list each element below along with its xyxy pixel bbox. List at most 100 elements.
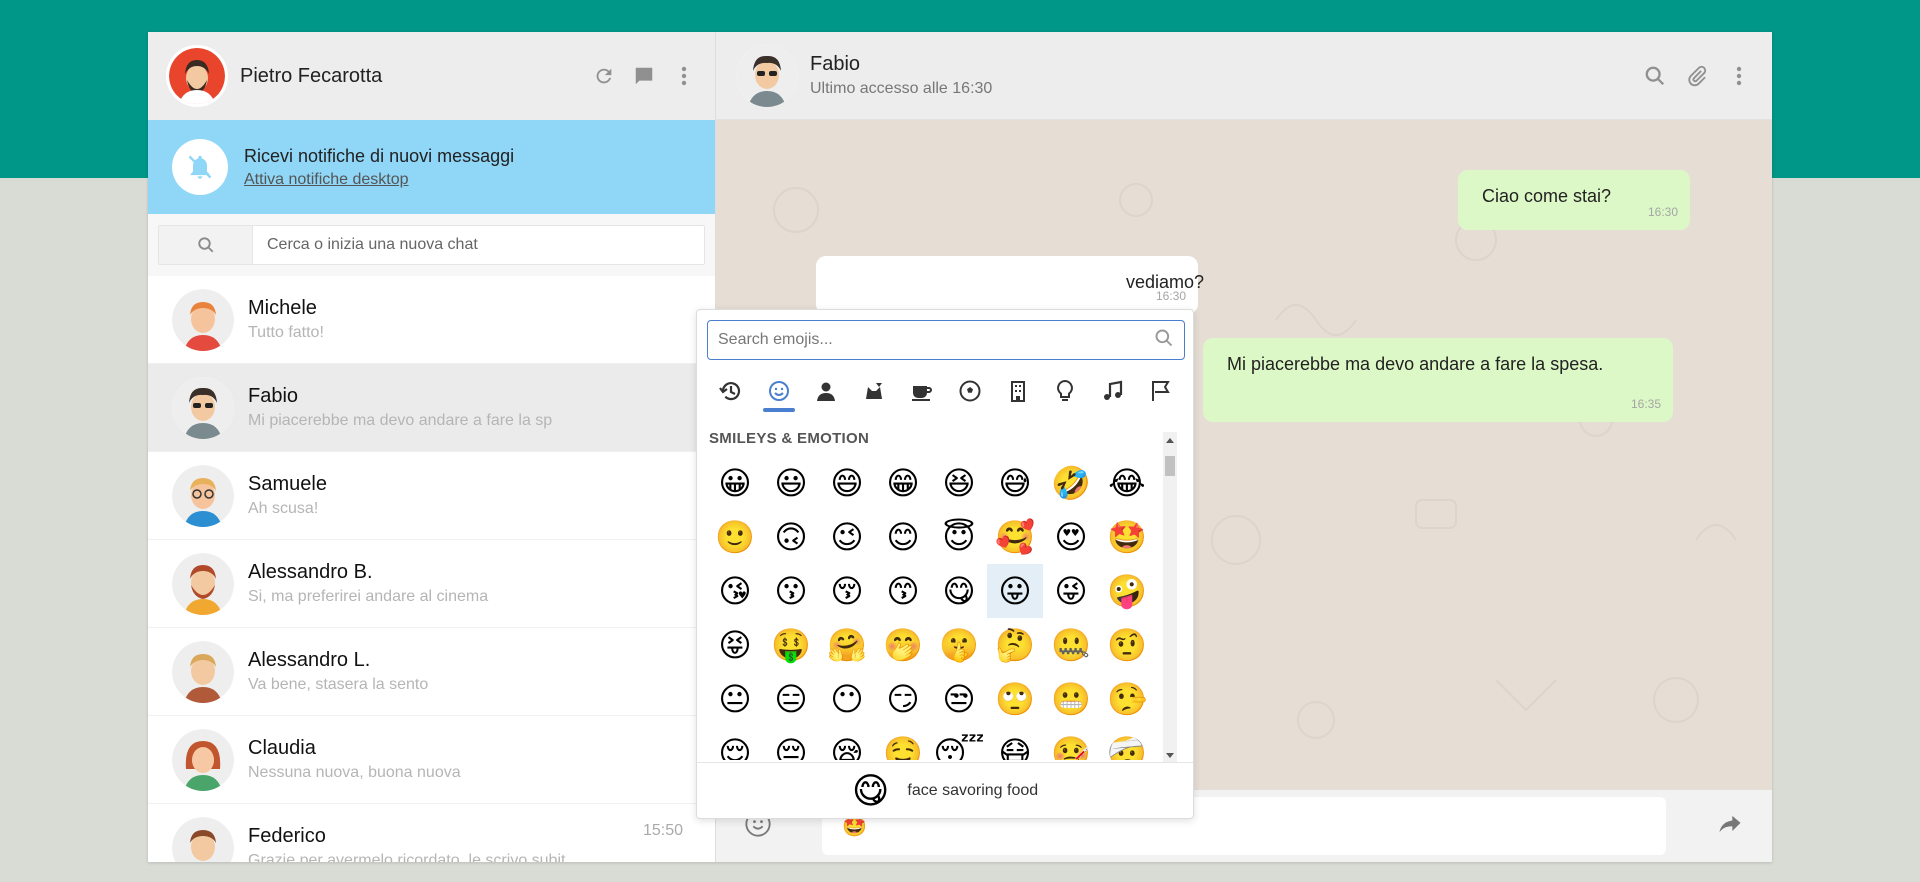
emoji-cell[interactable]: 😪 [819,726,875,760]
emoji-cell[interactable]: 🤪 [1099,564,1155,618]
send-icon[interactable] [1716,810,1744,843]
emoji-cell[interactable]: 🤗 [819,618,875,672]
emoji-cell[interactable]: 🤐 [1043,618,1099,672]
emoji-cell[interactable]: 😇 [931,510,987,564]
emoji-cell[interactable]: 😋 [931,564,987,618]
scroll-down-arrow[interactable] [1166,753,1174,758]
scroll-thumb[interactable] [1165,456,1175,476]
chat-item-fabio[interactable]: Fabio Mi piacerebbe ma devo andare a far… [148,364,715,452]
emoji-cell[interactable]: 😜 [1043,564,1099,618]
emoji-cell[interactable]: 😶 [819,672,875,726]
emoji-cell[interactable]: 😙 [875,564,931,618]
emoji-cell[interactable]: 🥰 [987,510,1043,564]
chat-time: 15:50 [642,822,683,839]
emoji-cell[interactable]: 😴 [931,726,987,760]
search-bar [148,214,715,276]
activity-icon[interactable] [946,370,994,412]
emoji-search-input[interactable] [718,331,1154,349]
chat-last-message: Grazie per avermelo ricordato, le scrivo… [248,852,582,862]
search-icon[interactable] [1642,63,1668,89]
emoji-cell[interactable]: 😅 [987,456,1043,510]
emoji-cell[interactable]: 😚 [819,564,875,618]
emoji-cell[interactable]: 🙃 [763,510,819,564]
emoji-cell[interactable]: 🤑 [763,618,819,672]
contact-name: Fabio [810,53,861,75]
emoji-cell[interactable]: 🤭 [875,618,931,672]
emoji-cell[interactable]: 😛 [987,564,1043,618]
message-bubble-sent[interactable]: Mi piacerebbe ma devo andare a fare la s… [1203,338,1673,422]
food-icon[interactable] [898,370,946,412]
emoji-cell[interactable]: 🤥 [1099,672,1155,726]
emoji-cell[interactable]: 🤨 [1099,618,1155,672]
attach-icon[interactable] [1684,63,1710,89]
emoji-cell[interactable]: 🤕 [1099,726,1155,760]
chat-name: Alessandro L. [248,649,371,671]
emoji-cell[interactable]: 🤤 [875,726,931,760]
emoji-cell[interactable]: 😑 [763,672,819,726]
emoji-cell[interactable]: 🙄 [987,672,1043,726]
chat-item-claudia[interactable]: Claudia Nessuna nuova, buona nuova [148,716,715,804]
recent-icon[interactable] [707,370,755,412]
emoji-cell[interactable]: 😄 [819,456,875,510]
emoji-preview: 😋 face savoring food [697,762,1193,818]
emoji-cell[interactable]: 😐 [707,672,763,726]
menu-icon[interactable] [1726,63,1752,89]
emoji-cell[interactable]: 🤒 [1043,726,1099,760]
search-input[interactable] [253,226,704,264]
scroll-up-arrow[interactable] [1166,438,1174,443]
person-icon[interactable] [803,370,851,412]
emoji-category-bar [707,370,1185,412]
emoji-cell[interactable]: 😔 [763,726,819,760]
menu-icon[interactable] [671,63,697,89]
emoji-cell[interactable]: 😀 [707,456,763,510]
emoji-cell[interactable]: 🤣 [1043,456,1099,510]
emoji-cell[interactable]: 😍 [1043,510,1099,564]
emoji-cell[interactable]: 😂 [1099,456,1155,510]
chat-item-samuele[interactable]: Samuele Ah scusa! [148,452,715,540]
chat-name: Alessandro B. [248,561,373,583]
emoji-scrollbar[interactable] [1163,432,1177,762]
music-icon[interactable] [1089,370,1137,412]
chat-item-alessandro-l[interactable]: Alessandro L. Va bene, stasera la sento [148,628,715,716]
emoji-cell[interactable]: 😆 [931,456,987,510]
chat-list: Michele Tutto fatto! Fabio Mi piacerebbe… [148,276,715,862]
emoji-cell[interactable]: 😊 [875,510,931,564]
chat-item-federico[interactable]: Federico Grazie per avermelo ricordato, … [148,804,715,862]
emoji-cell[interactable]: 🤫 [931,618,987,672]
emoji-cell[interactable]: 😉 [819,510,875,564]
chat-item-alessandro-b[interactable]: Alessandro B. Si, ma preferirei andare a… [148,540,715,628]
avatar [172,816,234,862]
emoji-cell[interactable]: 😌 [707,726,763,760]
message-text: Ciao come stai? [1482,186,1612,206]
emoji-cell[interactable]: 🤔 [987,618,1043,672]
lightbulb-icon[interactable] [1042,370,1090,412]
refresh-icon[interactable] [591,63,617,89]
smiley-icon[interactable] [755,370,803,412]
emoji-cell[interactable]: 🤩 [1099,510,1155,564]
chat-item-michele[interactable]: Michele Tutto fatto! [148,276,715,364]
enable-notifications-link[interactable]: Attiva notifiche desktop [244,171,409,189]
avatar [172,640,234,703]
search-icon[interactable] [159,226,253,264]
animal-icon[interactable] [850,370,898,412]
emoji-cell[interactable]: 😗 [763,564,819,618]
emoji-cell[interactable]: 🙂 [707,510,763,564]
emoji-cell[interactable]: 😘 [707,564,763,618]
emoji-cell[interactable]: 😏 [875,672,931,726]
my-avatar[interactable] [166,45,228,107]
chat-name: Michele [248,297,317,319]
my-name: Pietro Fecarotta [240,64,383,87]
avatar [172,464,234,527]
new-chat-icon[interactable] [631,63,657,89]
emoji-cell[interactable]: 😃 [763,456,819,510]
emoji-cell[interactable]: 😬 [1043,672,1099,726]
emoji-cell[interactable]: 😒 [931,672,987,726]
emoji-cell[interactable]: 😷 [987,726,1043,760]
contact-avatar[interactable] [736,44,798,107]
message-bubble-received[interactable]: vediamo? 16:30 [816,256,1204,314]
emoji-cell[interactable]: 😝 [707,618,763,672]
emoji-cell[interactable]: 😁 [875,456,931,510]
building-icon[interactable] [994,370,1042,412]
flag-icon[interactable] [1137,370,1185,412]
message-bubble-sent[interactable]: Ciao come stai? 16:30 [1458,170,1690,230]
